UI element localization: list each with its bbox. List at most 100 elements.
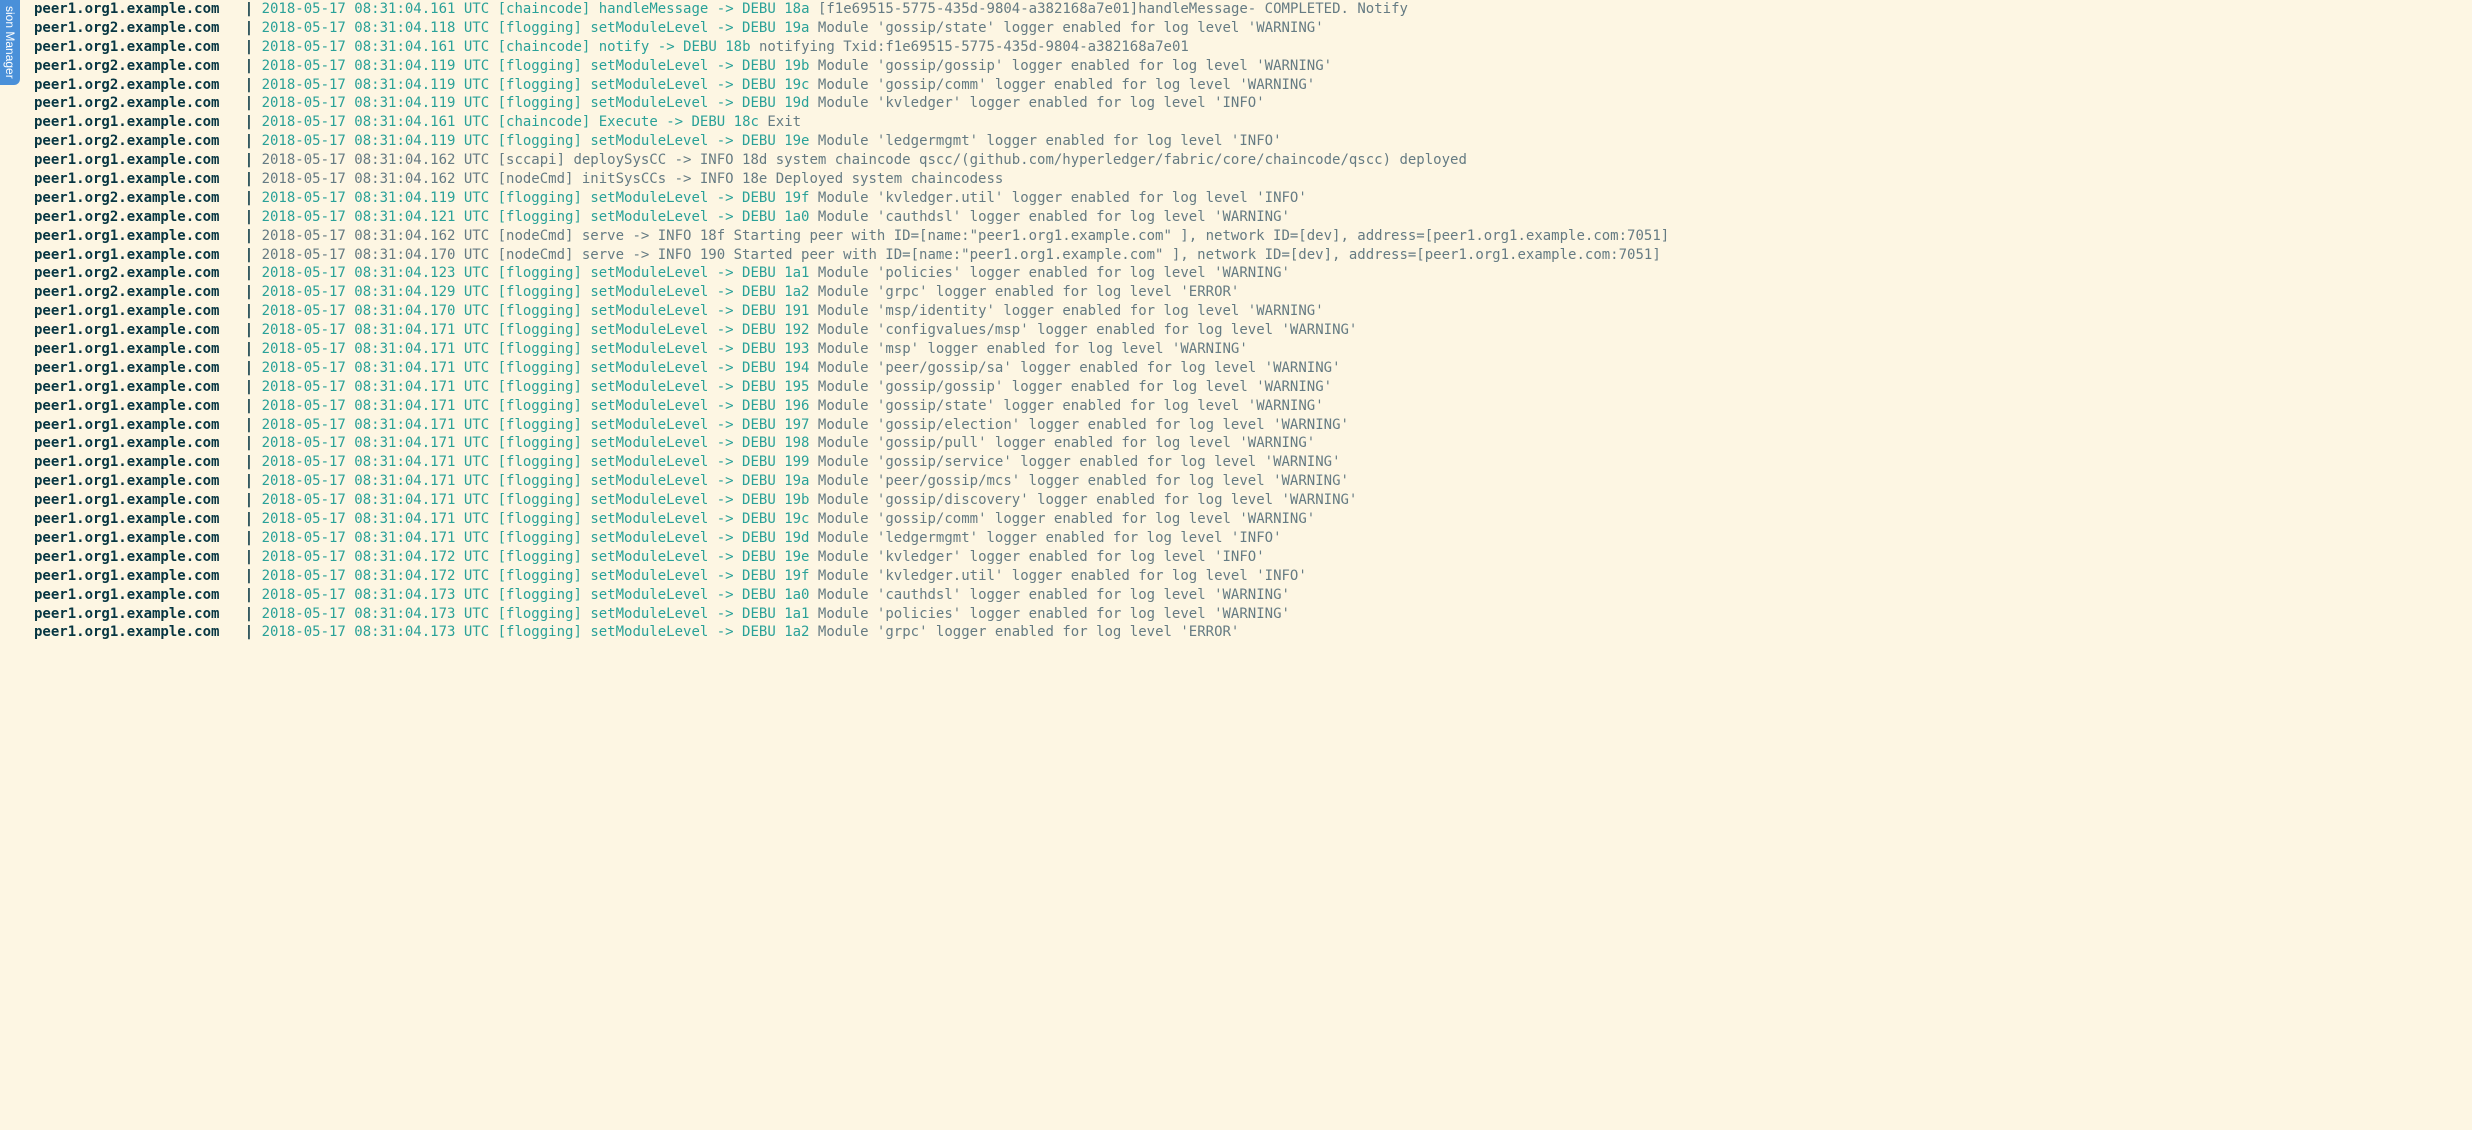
log-function: handleMessage [599,1,717,17]
log-source: peer1.org1.example.com [34,379,245,395]
log-level: DEBU [742,492,784,508]
pipe-separator: | [245,492,262,508]
log-module: [flogging] [498,492,591,508]
arrow-icon: -> [717,454,742,470]
log-function: setModuleLevel [590,568,716,584]
pipe-separator: | [245,77,262,93]
log-id: 199 [784,454,818,470]
log-line: peer1.org1.example.com | 2018-05-17 08:3… [34,434,2472,453]
arrow-icon: -> [717,322,742,338]
log-level: DEBU [742,209,784,225]
log-module: [flogging] [498,20,591,36]
log-timestamp: 2018-05-17 08:31:04.171 UTC [262,492,498,508]
log-level: DEBU [742,417,784,433]
log-level: DEBU [691,114,733,130]
log-line: peer1.org2.example.com | 2018-05-17 08:3… [34,94,2472,113]
log-function: setModuleLevel [590,398,716,414]
log-function: setModuleLevel [590,473,716,489]
log-id: 193 [784,341,818,357]
log-source: peer1.org1.example.com [34,624,245,640]
log-timestamp: 2018-05-17 08:31:04.118 UTC [262,20,498,36]
log-id: 1a1 [784,606,818,622]
pipe-separator: | [245,284,262,300]
log-function: setModuleLevel [590,417,716,433]
log-line: peer1.org1.example.com | 2018-05-17 08:3… [34,586,2472,605]
log-id: 196 [784,398,818,414]
log-line: peer1.org2.example.com | 2018-05-17 08:3… [34,208,2472,227]
log-timestamp: 2018-05-17 08:31:04.171 UTC [262,454,498,470]
log-module: [flogging] [498,530,591,546]
log-level: DEBU [742,284,784,300]
log-source: peer1.org1.example.com [34,454,245,470]
log-source: peer1.org1.example.com [34,473,245,489]
log-function: Execute [599,114,666,130]
log-source: peer1.org1.example.com [34,228,245,244]
log-timestamp: 2018-05-17 08:31:04.119 UTC [262,190,498,206]
log-timestamp: 2018-05-17 08:31:04.172 UTC [262,568,498,584]
log-message: Module 'gossip/gossip' logger enabled fo… [818,379,1332,395]
log-module: [flogging] [498,454,591,470]
log-level: DEBU [683,39,725,55]
log-module: [flogging] [498,77,591,93]
log-function: setModuleLevel [590,360,716,376]
log-line: peer1.org1.example.com | 2018-05-17 08:3… [34,151,2472,170]
arrow-icon: -> [717,133,742,149]
log-timestamp: 2018-05-17 08:31:04.171 UTC [262,511,498,527]
log-message: Module 'gossip/discovery' logger enabled… [818,492,1357,508]
log-message: [f1e69515-5775-435d-9804-a382168a7e01]ha… [818,1,1408,17]
log-timestamp: 2018-05-17 08:31:04.171 UTC [262,322,498,338]
log-message: Module 'kvledger.util' logger enabled fo… [818,568,1307,584]
log-id: 19b [784,492,818,508]
log-level: DEBU [742,587,784,603]
pipe-separator: | [245,114,262,130]
log-message: Module 'gossip/comm' logger enabled for … [818,511,1315,527]
log-id: 191 [784,303,818,319]
log-function: setModuleLevel [590,587,716,603]
log-id: 19a [784,473,818,489]
log-module: [flogging] [498,606,591,622]
pipe-separator: | [245,190,262,206]
log-id: 18a [784,1,818,17]
log-timestamp: 2018-05-17 08:31:04.171 UTC [262,360,498,376]
log-level: DEBU [742,606,784,622]
log-line: peer1.org1.example.com | 2018-05-17 08:3… [34,510,2472,529]
pipe-separator: | [245,39,262,55]
log-timestamp: 2018-05-17 08:31:04.171 UTC [262,341,498,357]
session-manager-tab[interactable]: sion Manager [0,0,20,85]
log-id: 19a [784,20,818,36]
log-function: setModuleLevel [590,20,716,36]
log-id: 19f [784,190,818,206]
log-level: DEBU [742,530,784,546]
log-line: peer1.org1.example.com | 2018-05-17 08:3… [34,491,2472,510]
log-output[interactable]: peer1.org1.example.com | 2018-05-17 08:3… [0,0,2472,682]
pipe-separator: | [245,1,262,17]
log-source: peer1.org1.example.com [34,568,245,584]
pipe-separator: | [245,587,262,603]
arrow-icon: -> [717,95,742,111]
log-body: 2018-05-17 08:31:04.162 UTC [nodeCmd] in… [262,171,1004,187]
log-module: [chaincode] [498,114,599,130]
log-line: peer1.org2.example.com | 2018-05-17 08:3… [34,189,2472,208]
log-module: [chaincode] [498,1,599,17]
log-module: [flogging] [498,303,591,319]
log-function: setModuleLevel [590,133,716,149]
log-message: Module 'gossip/election' logger enabled … [818,417,1349,433]
log-module: [flogging] [498,473,591,489]
pipe-separator: | [245,152,262,168]
log-level: DEBU [742,341,784,357]
log-function: setModuleLevel [590,606,716,622]
log-source: peer1.org1.example.com [34,398,245,414]
log-level: DEBU [742,435,784,451]
log-source: peer1.org2.example.com [34,209,245,225]
log-timestamp: 2018-05-17 08:31:04.121 UTC [262,209,498,225]
log-function: setModuleLevel [590,454,716,470]
log-line: peer1.org1.example.com | 2018-05-17 08:3… [34,321,2472,340]
log-level: DEBU [742,360,784,376]
log-source: peer1.org1.example.com [34,360,245,376]
log-module: [flogging] [498,209,591,225]
log-line: peer1.org1.example.com | 2018-05-17 08:3… [34,170,2472,189]
arrow-icon: -> [717,360,742,376]
log-message: Module 'policies' logger enabled for log… [818,265,1290,281]
pipe-separator: | [245,511,262,527]
log-message: Module 'msp/identity' logger enabled for… [818,303,1324,319]
